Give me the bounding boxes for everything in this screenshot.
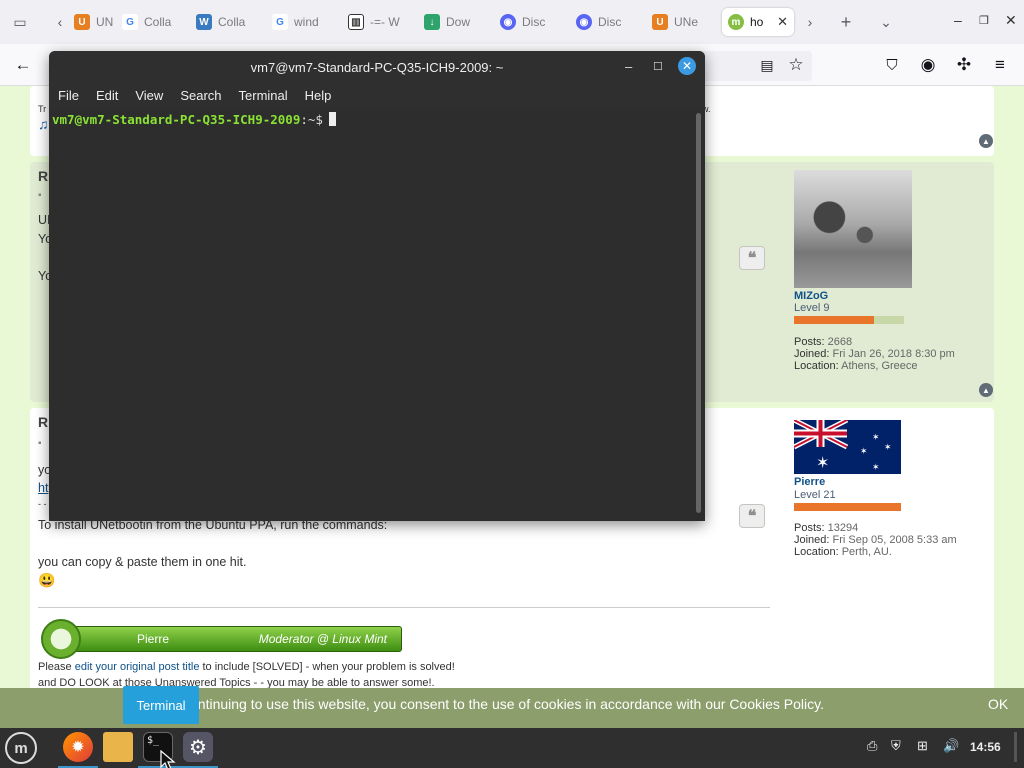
menu-file[interactable]: File	[58, 83, 79, 109]
google-icon: G	[272, 14, 288, 30]
prompt-user-host: vm7@vm7-Standard-PC-Q35-ICH9-2009	[52, 112, 301, 127]
quote-button[interactable]: ❝	[739, 246, 765, 270]
network-icon[interactable]: ⊞	[917, 738, 928, 754]
shield-icon[interactable]: ⛨	[891, 738, 901, 754]
menu-edit[interactable]: Edit	[96, 83, 118, 109]
music-note-icon: ♫	[38, 116, 49, 132]
discord-icon: ◉	[500, 14, 516, 30]
prompt-path: :~$	[300, 112, 323, 127]
browser-tab[interactable]: G wind	[266, 8, 340, 36]
account-icon[interactable]: ◉	[917, 54, 939, 76]
menu-terminal[interactable]: Terminal	[239, 83, 288, 109]
list-all-tabs-icon[interactable]: ⌄	[874, 10, 898, 34]
terminal-window[interactable]: vm7@vm7-Standard-PC-Q35-ICH9-2009: ~ – ☐…	[49, 51, 705, 521]
quote-button[interactable]: ❝	[739, 504, 765, 528]
svg-text:✶: ✶	[860, 447, 868, 457]
svg-text:✶: ✶	[872, 463, 880, 473]
browser-tab-bar: ▭ ‹ U UN G Colla W Colla G wind ▥ -=- W …	[0, 0, 1024, 44]
menu-search[interactable]: Search	[180, 83, 221, 109]
avatar	[794, 170, 912, 288]
mouse-pointer-icon	[160, 750, 176, 768]
terminal-output[interactable]: vm7@vm7-Standard-PC-Q35-ICH9-2009:~$	[49, 109, 705, 521]
reader-view-icon[interactable]: ▤	[756, 54, 778, 76]
library-icon: ▥	[348, 14, 364, 30]
unetbootin-icon: U	[74, 14, 90, 30]
tab-list-icon[interactable]: ▭	[8, 10, 32, 34]
svg-text:✶: ✶	[884, 443, 892, 453]
firefox-icon[interactable]: ✹	[63, 732, 93, 762]
file-manager-icon[interactable]	[103, 732, 133, 762]
close-tab-icon[interactable]: ✕	[777, 14, 788, 30]
terminal-title: vm7@vm7-Standard-PC-Q35-ICH9-2009: ~	[250, 59, 504, 75]
back-to-top-icon[interactable]: ▲	[979, 383, 993, 397]
browser-tab[interactable]: ↓ Dow	[418, 8, 492, 36]
mint-menu-icon[interactable]: m	[5, 732, 37, 764]
close-icon[interactable]: ✕	[678, 57, 696, 75]
discord-icon: ◉	[576, 14, 592, 30]
back-arrow-icon[interactable]: ←	[12, 54, 34, 76]
post-icon: ▪	[38, 190, 42, 201]
volume-icon[interactable]: 🔊	[943, 738, 959, 754]
browser-tab[interactable]: U UNe	[646, 8, 720, 36]
bookmark-star-icon[interactable]: ☆	[785, 54, 807, 76]
terminal-titlebar[interactable]: vm7@vm7-Standard-PC-Q35-ICH9-2009: ~	[49, 51, 705, 83]
text-cursor	[328, 112, 336, 126]
post-title[interactable]: R	[38, 414, 48, 430]
browser-tab[interactable]: ◉ Disc	[570, 8, 644, 36]
smile-emoji: 😃	[38, 572, 56, 588]
taskbar-tooltip: Terminal	[123, 686, 199, 724]
extensions-icon[interactable]: ✣	[953, 54, 975, 76]
new-tab-icon[interactable]: +	[834, 10, 858, 34]
terminal-scrollbar[interactable]	[696, 113, 701, 513]
download-icon: ↓	[424, 14, 440, 30]
close-window-icon[interactable]: ✕	[1005, 12, 1017, 29]
taskbar: m ✹ $_ ⚙ ⎙ ⛨ ⊞ 🔊 14:56	[0, 728, 1024, 768]
google-icon: G	[122, 14, 138, 30]
svg-text:✶: ✶	[816, 453, 829, 472]
settings-gear-icon[interactable]: ⚙	[183, 732, 213, 762]
pocket-icon[interactable]: ⛉	[881, 54, 903, 76]
menu-hamburger-icon[interactable]: ≡	[989, 54, 1011, 76]
browser-tab-active[interactable]: m ho ✕	[722, 8, 794, 36]
back-to-top-icon[interactable]: ▲	[979, 134, 993, 148]
menu-help[interactable]: Help	[305, 83, 332, 109]
menu-view[interactable]: View	[135, 83, 163, 109]
browser-tab[interactable]: ▥ -=- W	[342, 8, 416, 36]
post-title[interactable]: R	[38, 168, 48, 184]
terminal-menubar: File Edit View Search Terminal Help	[49, 83, 705, 109]
maximize-icon[interactable]: ❐	[979, 14, 989, 27]
unetbootin-icon: U	[652, 14, 668, 30]
svg-text:✶: ✶	[872, 433, 880, 443]
post-icon: ▪	[38, 438, 42, 449]
signature-text: Please edit your original post title to …	[38, 661, 455, 673]
australia-flag-avatar: ✶ ✶ ✶ ✶ ✶	[794, 420, 901, 474]
rank-progress-bar	[794, 316, 904, 324]
browser-tab[interactable]: ◉ Disc	[494, 8, 568, 36]
show-desktop-edge[interactable]	[1014, 732, 1017, 762]
signature-banner: Pierre Moderator @ Linux Mint	[41, 619, 402, 659]
minimize-icon[interactable]: –	[625, 59, 632, 74]
clock[interactable]: 14:56	[970, 740, 1001, 754]
browser-tab[interactable]: G Colla	[116, 8, 190, 36]
cookie-ok-button[interactable]: OK	[988, 696, 1008, 712]
linuxmint-logo-icon	[41, 619, 81, 659]
update-manager-icon[interactable]: ⎙	[867, 738, 877, 754]
signature-divider	[38, 607, 770, 608]
scroll-tabs-right-icon[interactable]: ›	[798, 10, 822, 34]
rank-progress-bar	[794, 503, 901, 511]
wikimedia-icon: W	[196, 14, 212, 30]
browser-tab[interactable]: W Colla	[190, 8, 264, 36]
minimize-icon[interactable]: –	[954, 12, 962, 28]
maximize-icon[interactable]: ☐	[653, 60, 663, 73]
linuxmint-icon: m	[728, 14, 744, 30]
